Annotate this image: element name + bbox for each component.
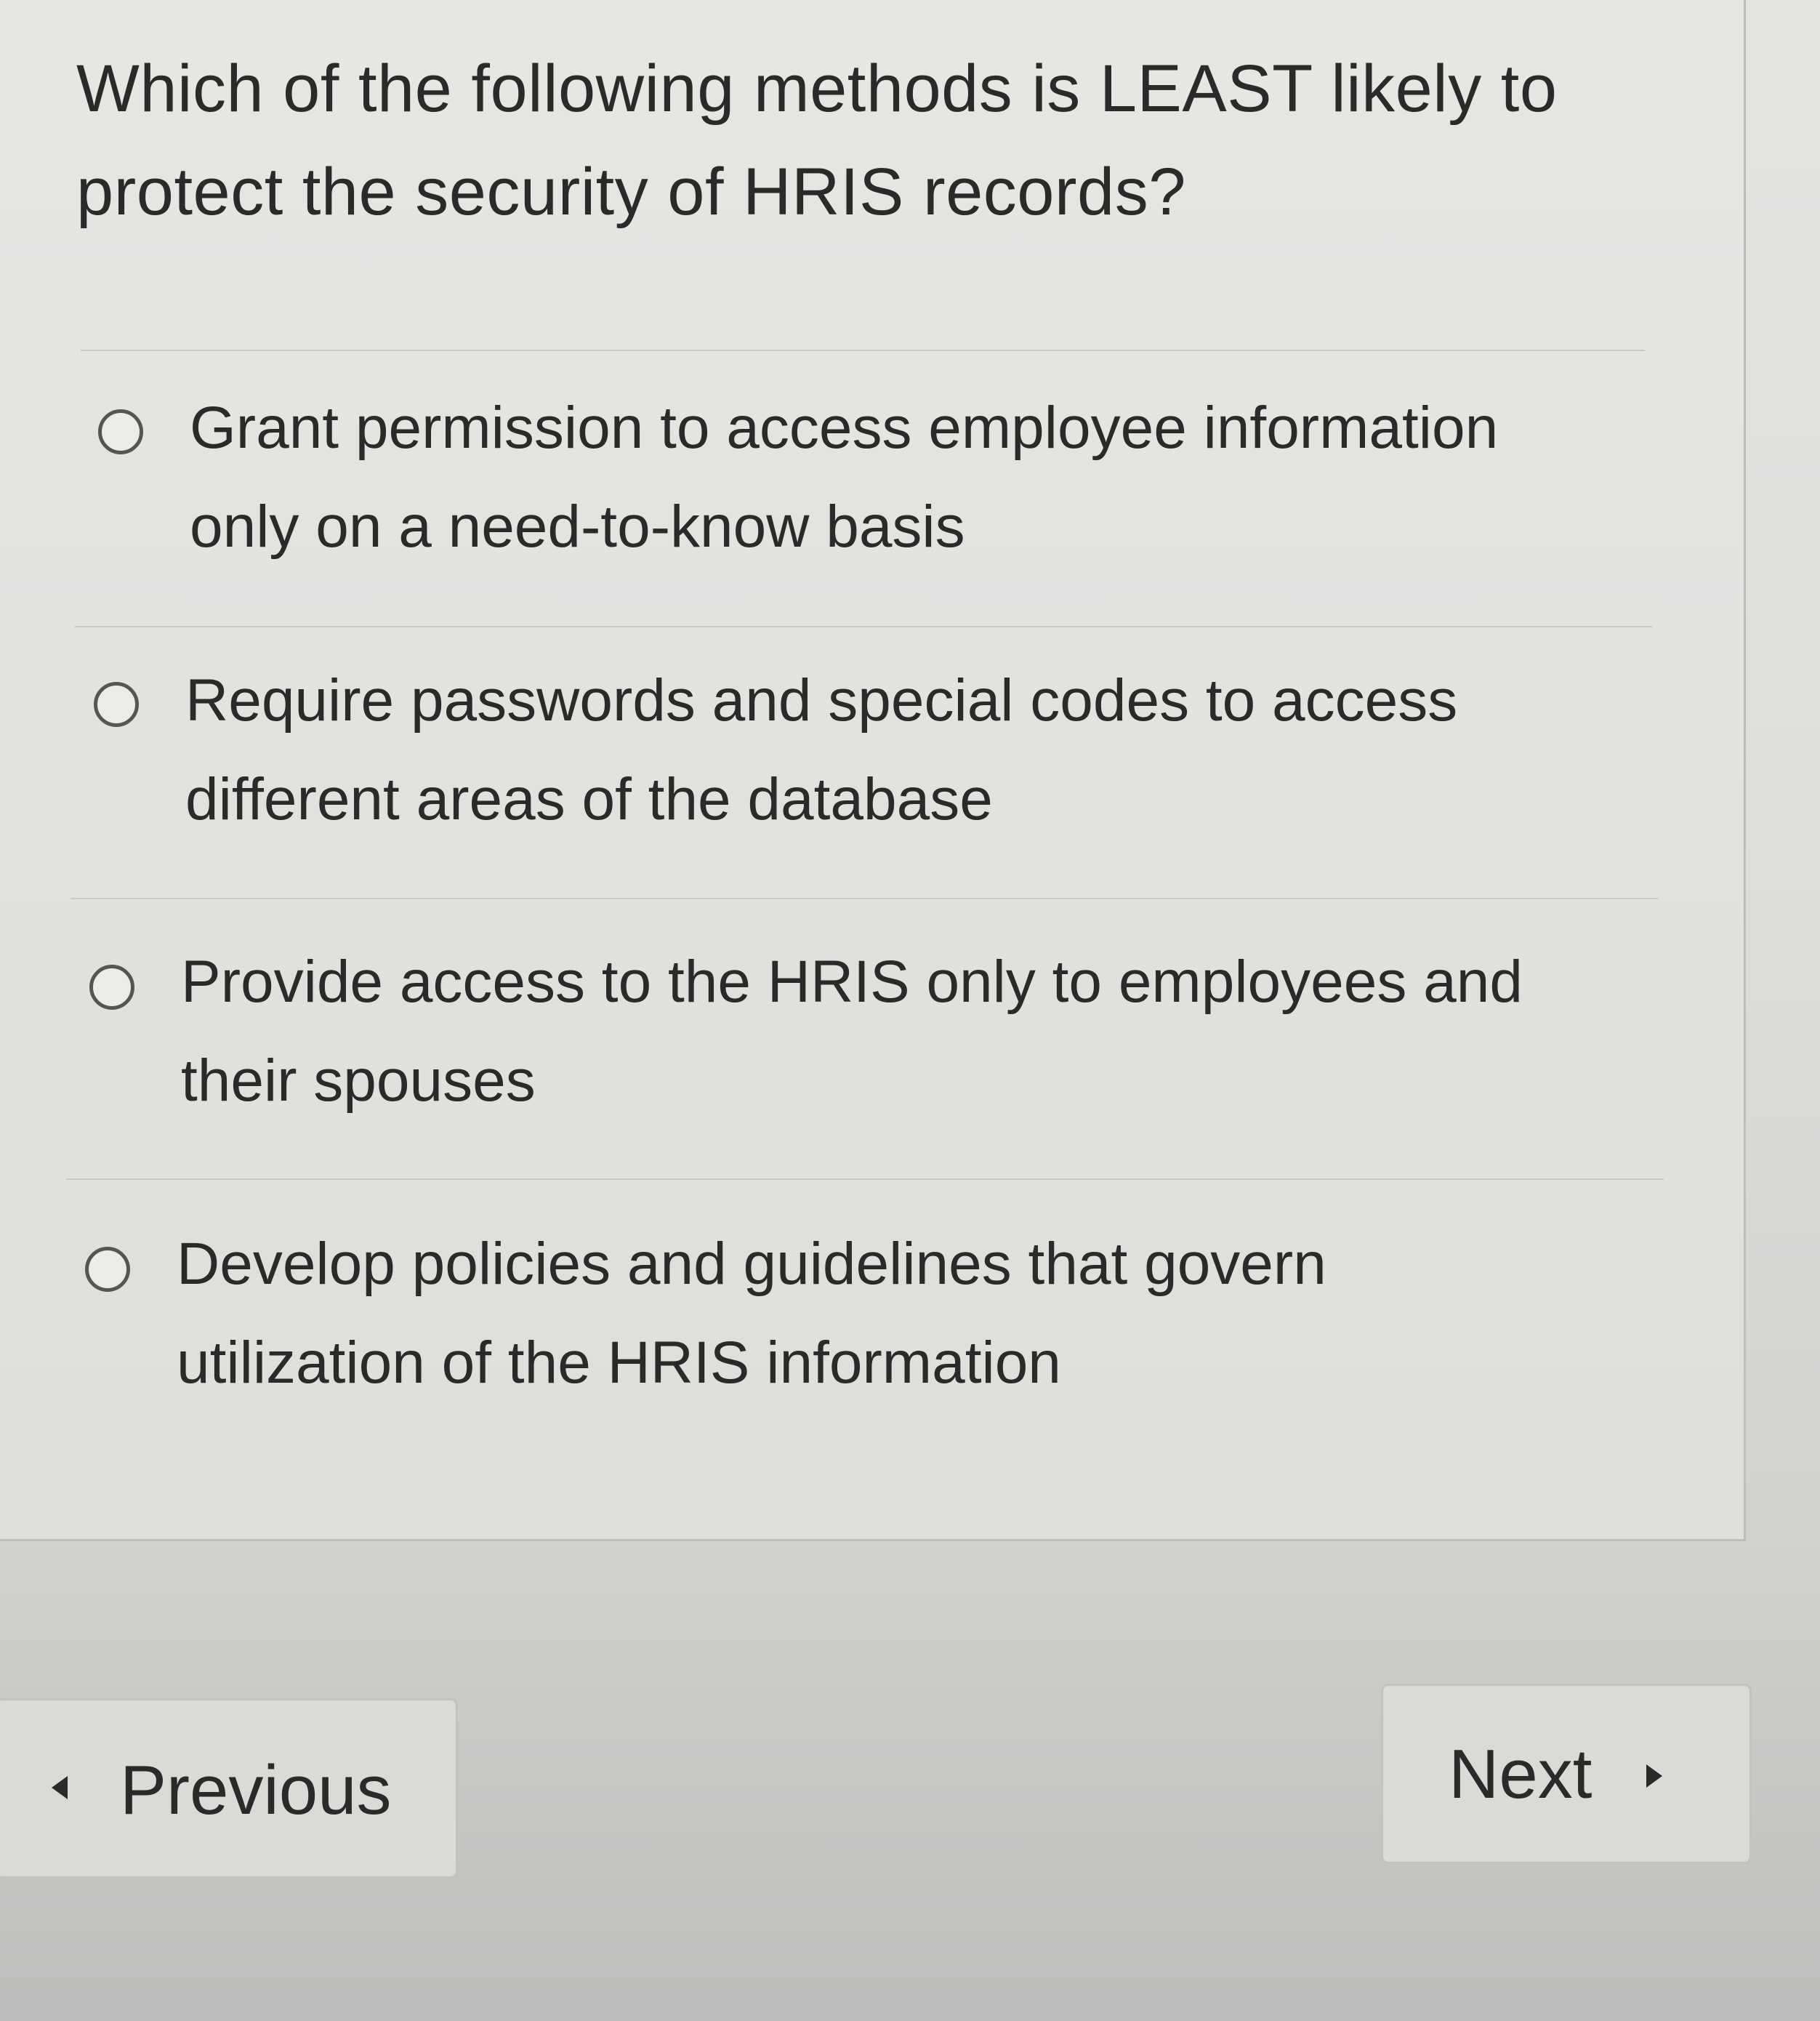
answer-option-2[interactable]: Require passwords and special codes to a… [0, 631, 1739, 893]
option-4-line-1: Develop policies and guidelines that gov… [177, 1231, 1326, 1297]
option-4-line-2: utilization of the HRIS information [177, 1330, 1061, 1396]
divider [75, 626, 1652, 627]
next-button[interactable]: Next [1381, 1684, 1752, 1864]
question-line-2: protect the security of HRIS records? [76, 155, 1186, 229]
answer-option-4[interactable]: Develop policies and guidelines that gov… [0, 1187, 1739, 1449]
answer-option-3[interactable]: Provide access to the HRIS only to emplo… [0, 907, 1739, 1168]
option-3-label: Provide access to the HRIS only to emplo… [181, 933, 1523, 1130]
divider [66, 1178, 1664, 1180]
caret-left-icon [52, 1776, 68, 1799]
radio-button-1[interactable] [98, 409, 143, 454]
next-label: Next [1449, 1735, 1592, 1813]
question-panel: Which of the following methods is LEAST … [0, 0, 1746, 1541]
previous-button[interactable]: Previous [0, 1698, 458, 1879]
option-1-label: Grant permission to access employee info… [190, 379, 1498, 576]
option-3-line-2: their spouses [181, 1048, 536, 1114]
radio-button-4[interactable] [85, 1247, 130, 1292]
option-2-line-1: Require passwords and special codes to a… [185, 667, 1458, 734]
previous-label: Previous [120, 1751, 392, 1829]
option-2-label: Require passwords and special codes to a… [185, 651, 1457, 849]
option-1-line-1: Grant permission to access employee info… [190, 395, 1499, 461]
option-1-line-2: only on a need-to-know basis [190, 494, 965, 560]
caret-right-icon [1646, 1764, 1662, 1788]
question-line-1: Which of the following methods is LEAST … [76, 52, 1558, 126]
divider [81, 350, 1645, 351]
radio-button-3[interactable] [89, 965, 134, 1010]
radio-button-2[interactable] [94, 682, 139, 727]
divider [71, 898, 1658, 899]
option-4-label: Develop policies and guidelines that gov… [177, 1215, 1326, 1413]
answer-option-1[interactable]: Grant permission to access employee info… [0, 358, 1739, 620]
question-text: Which of the following methods is LEAST … [76, 37, 1646, 244]
option-2-line-2: different areas of the database [185, 766, 993, 832]
option-3-line-1: Provide access to the HRIS only to emplo… [181, 949, 1523, 1015]
